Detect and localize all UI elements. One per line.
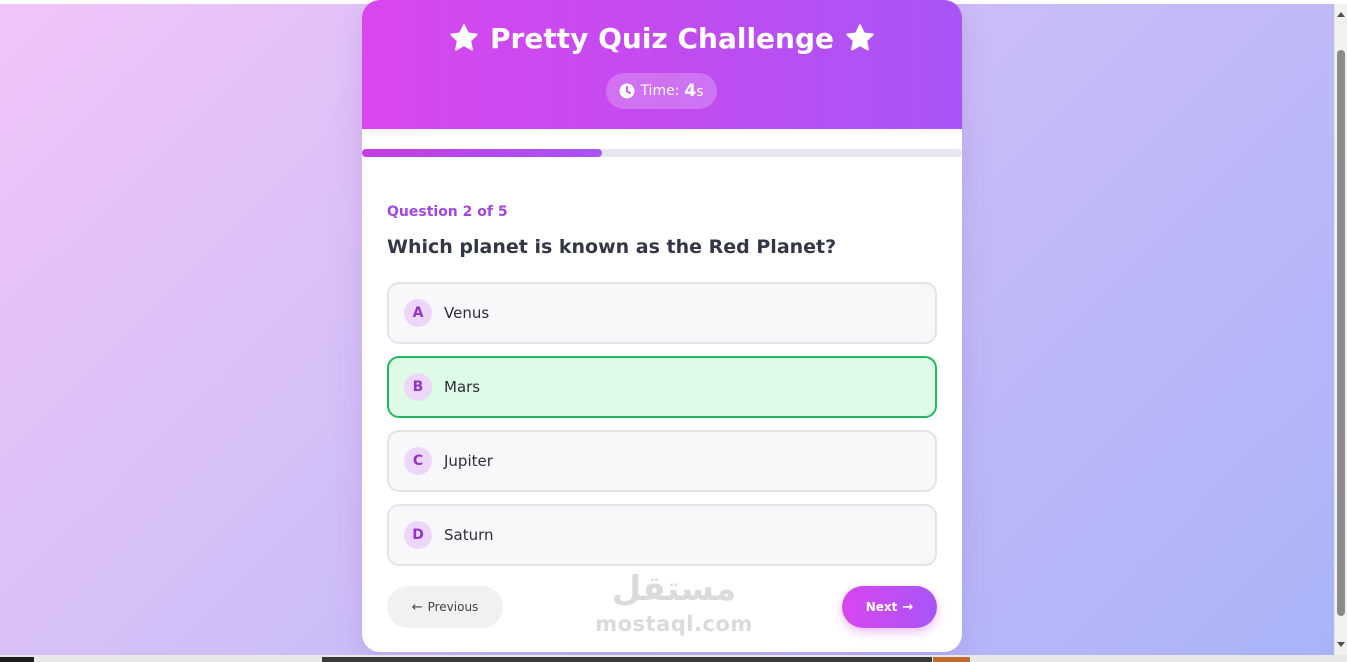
timer-badge: Time: 4s	[606, 73, 717, 109]
timer-unit: s	[696, 84, 704, 100]
option-letter-badge: B	[404, 373, 432, 401]
previous-button-label: Previous	[427, 600, 479, 614]
next-button[interactable]: Next →	[842, 586, 937, 628]
star-icon	[846, 24, 874, 51]
question-text: Which planet is known as the Red Planet?	[387, 236, 837, 258]
previous-button[interactable]: ← Previous	[387, 586, 503, 628]
answer-option-a[interactable]: A Venus	[387, 282, 937, 344]
option-label: Saturn	[444, 526, 494, 544]
quiz-title-text: Pretty Quiz Challenge	[490, 21, 834, 55]
scroll-down-icon[interactable]	[1337, 642, 1345, 647]
question-counter: Question 2 of 5	[387, 204, 508, 220]
progress-fill	[362, 149, 602, 157]
option-letter-badge: C	[404, 447, 432, 475]
answer-option-b[interactable]: B Mars	[387, 356, 937, 418]
timer-label: Time:	[640, 83, 680, 99]
option-label: Mars	[444, 378, 481, 396]
watermark-latin: mostaql.com	[595, 612, 753, 636]
vertical-scrollbar[interactable]	[1334, 4, 1347, 655]
watermark-logo: مستقل mostaql.com	[589, 567, 759, 647]
star-icon	[450, 24, 478, 51]
scrollbar-thumb[interactable]	[1337, 50, 1345, 616]
answer-option-d[interactable]: D Saturn	[387, 504, 937, 566]
answer-option-c[interactable]: C Jupiter	[387, 430, 937, 492]
scroll-up-icon[interactable]	[1337, 12, 1345, 17]
option-letter-badge: D	[404, 521, 432, 549]
clock-icon	[619, 83, 635, 99]
option-letter-badge: A	[404, 299, 432, 327]
arrow-left-icon: ←	[411, 599, 423, 615]
watermark-arabic: مستقل	[611, 569, 737, 609]
option-label: Venus	[444, 304, 490, 322]
arrow-right-icon: →	[902, 599, 914, 615]
quiz-title: Pretty Quiz Challenge	[362, 18, 962, 58]
progress-bar	[362, 149, 962, 157]
next-button-label: Next	[865, 600, 898, 614]
taskbar-edge	[0, 655, 1347, 662]
quiz-card: Pretty Quiz Challenge Time: 4s Question …	[362, 0, 962, 652]
quiz-header: Pretty Quiz Challenge Time: 4s	[362, 0, 962, 129]
option-label: Jupiter	[444, 452, 493, 470]
timer-value: 4	[684, 81, 697, 101]
